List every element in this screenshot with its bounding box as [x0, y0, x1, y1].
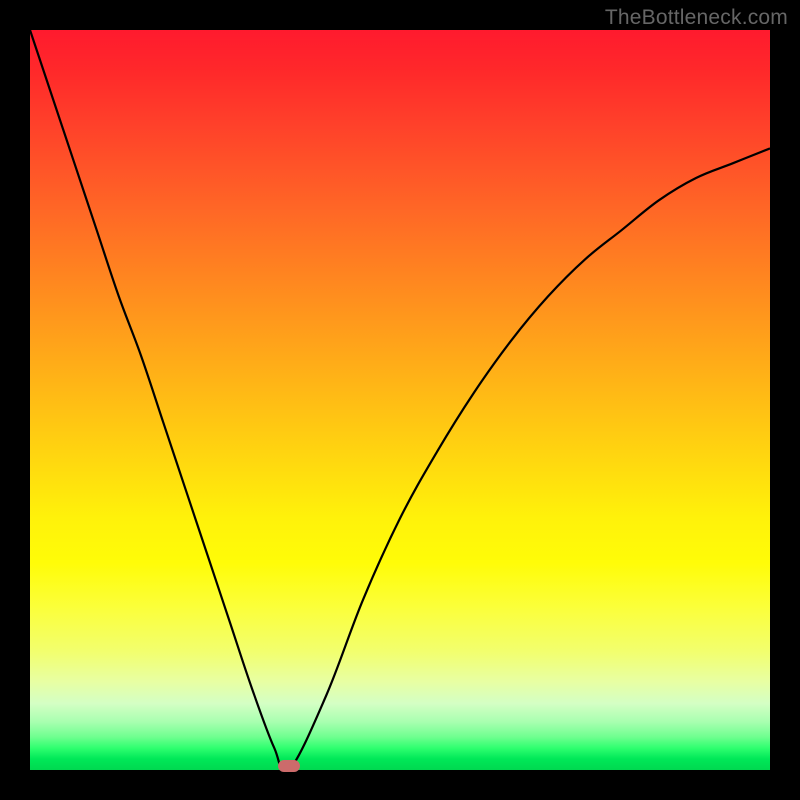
plot-area: [30, 30, 770, 770]
minimum-marker: [278, 760, 300, 772]
chart-container: TheBottleneck.com: [0, 0, 800, 800]
bottleneck-curve: [30, 30, 770, 770]
watermark-text: TheBottleneck.com: [605, 6, 788, 30]
